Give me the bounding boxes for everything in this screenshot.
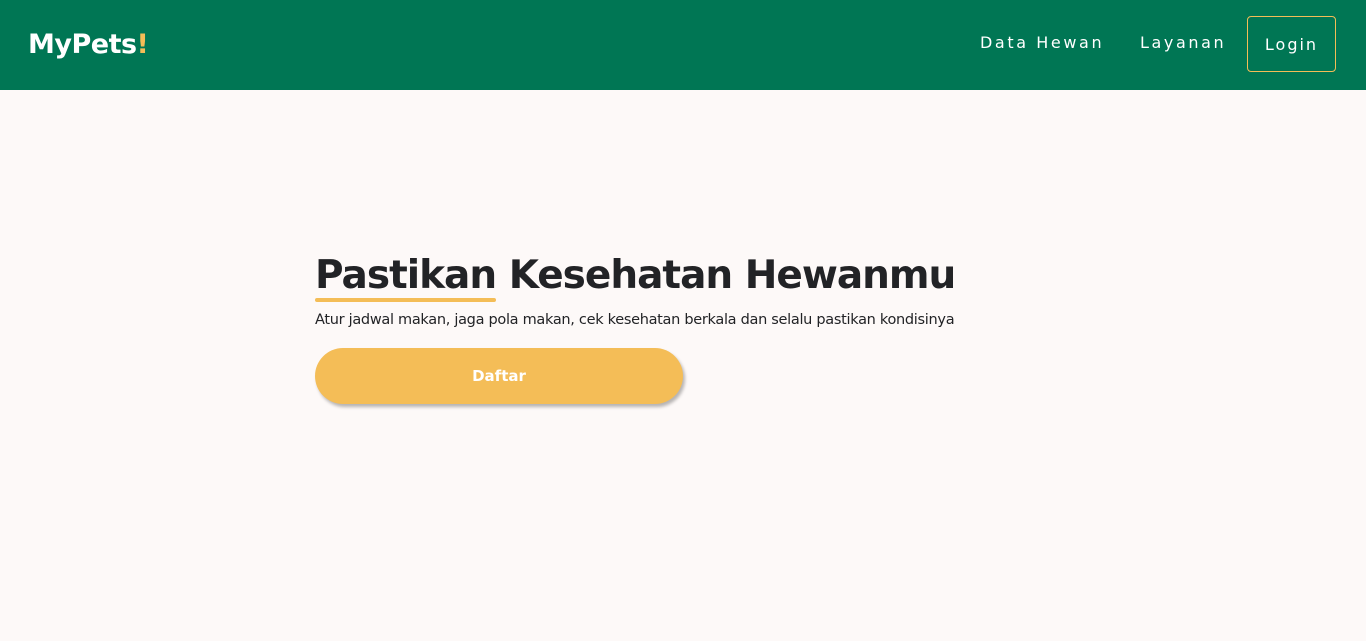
headline-underline	[315, 298, 496, 302]
navbar: MyPets! Data Hewan Layanan Login	[0, 0, 1366, 90]
nav-link-data-hewan[interactable]: Data Hewan	[980, 31, 1104, 55]
login-button[interactable]: Login	[1247, 16, 1336, 72]
brand-exclamation: !	[136, 29, 149, 60]
headline-rest: Kesehatan Hewanmu	[508, 253, 957, 298]
headline-first-word: Pastikan	[315, 253, 497, 298]
hero-subtitle: Atur jadwal makan, jaga pola makan, cek …	[315, 312, 955, 328]
hero-section: Pastikan Kesehatan Hewanmu Atur jadwal m…	[315, 250, 1075, 404]
nav-link-layanan[interactable]: Layanan	[1140, 31, 1226, 55]
register-button[interactable]: Daftar	[315, 348, 683, 404]
brand-text: MyPets	[28, 29, 137, 60]
hero-headline: Pastikan Kesehatan Hewanmu	[315, 250, 1075, 302]
headline-highlight-word: Pastikan	[315, 250, 497, 302]
brand-logo[interactable]: MyPets!	[28, 27, 149, 63]
